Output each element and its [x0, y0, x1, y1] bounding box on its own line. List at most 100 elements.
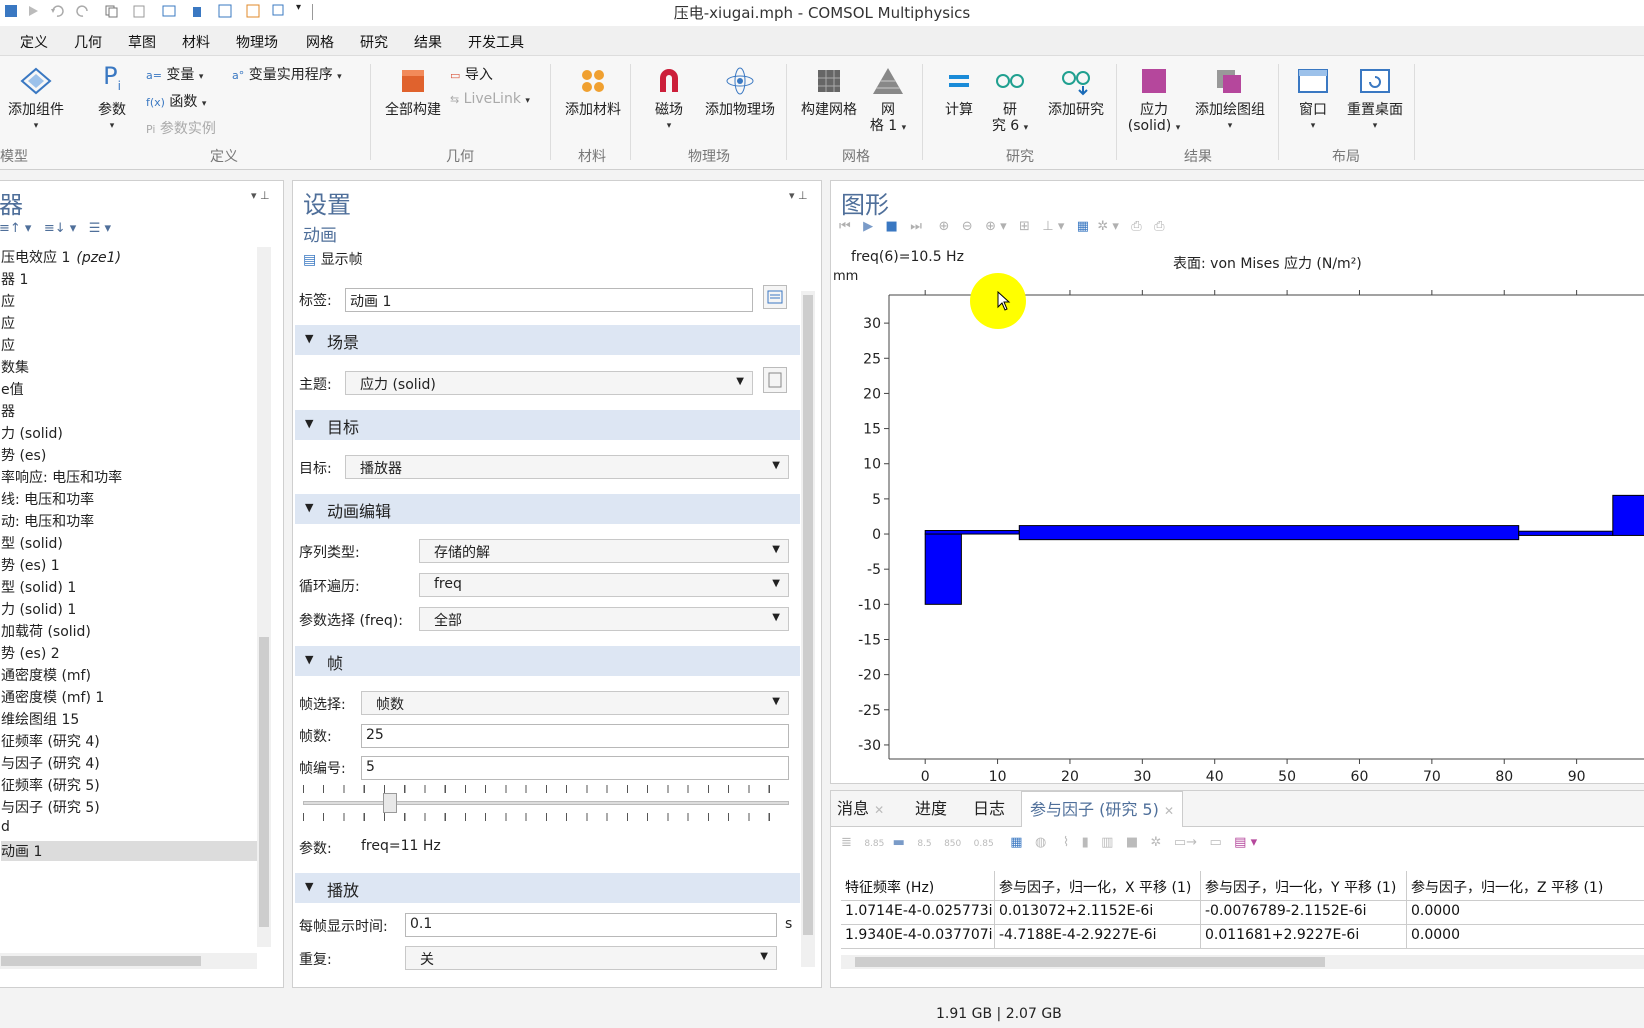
frame-slider[interactable]	[303, 785, 789, 821]
panel-menu-icon[interactable]: ▾ ⊥	[251, 189, 270, 202]
auto-format-icon[interactable]: ▬	[893, 835, 905, 850]
tree-item[interactable]: 加载荷 (solid)	[1, 621, 91, 641]
frame-selection-select[interactable]: 帧数 ▼	[361, 691, 789, 715]
precision-icon[interactable]: 8.85	[864, 839, 884, 849]
add-study-button[interactable]: 添加研究	[1040, 64, 1112, 118]
livelink-button[interactable]: ⇆ LiveLink ▾	[450, 91, 530, 107]
tree-item[interactable]: 应	[1, 313, 15, 333]
zoom-in-icon[interactable]: ⊕	[938, 219, 949, 234]
frame-time-input[interactable]: 0.1	[405, 913, 777, 937]
grid-hscrollbar[interactable]	[841, 955, 1644, 969]
eng-format-icon[interactable]: 850	[944, 839, 961, 849]
import-button[interactable]: ▭ 导入	[450, 64, 493, 84]
tree-item[interactable]: 通密度模 (mf)	[1, 665, 91, 685]
tree-item[interactable]: 应	[1, 291, 15, 311]
tree-item[interactable]: 器 1	[1, 269, 28, 289]
play-anim-icon[interactable]: ▶	[863, 219, 873, 234]
tree-item[interactable]: 维绘图组 15	[1, 709, 79, 729]
study6-button[interactable]: 研 究 6 ▾	[990, 64, 1030, 136]
tab-participation-factor[interactable]: 参与因子 (研究 5) ✕	[1021, 791, 1183, 827]
grid-icon[interactable]: ▦	[1077, 219, 1089, 234]
grid-header-cell[interactable]: 参与因子，归一化，Y 平移 (1)	[1201, 871, 1407, 901]
expand-icon[interactable]: ≡↑ ▾	[0, 221, 31, 236]
grid-cell[interactable]: 0.0000	[1407, 925, 1644, 949]
zoom-extents-icon[interactable]: ⊞	[1019, 219, 1030, 234]
plot-area[interactable]: freq(6)=10.5 Hz 表面: von Mises 应力 (N/m²) …	[831, 243, 1644, 783]
stress-plot-button[interactable]: 应力 (solid) ▾	[1124, 64, 1184, 136]
tree-item[interactable]: 率响应: 电压和功率	[1, 467, 122, 487]
zoom-out-icon[interactable]: ⊖	[962, 219, 973, 234]
param-selection-select[interactable]: 全部 ▼	[419, 607, 789, 631]
stop-anim-icon[interactable]: ■	[886, 219, 898, 234]
tree-item[interactable]: 力 (solid)	[1, 423, 63, 443]
table-menu-icon[interactable]: ▤ ▾	[1234, 835, 1257, 850]
grid-header-cell[interactable]: 参与因子，归一化，Z 平移 (1)	[1407, 871, 1644, 901]
add-component-button[interactable]: 添加组件 ▾	[4, 64, 68, 134]
var-utilities-button[interactable]: a° 变量实用程序 ▾	[232, 64, 342, 84]
tab-messages[interactable]: 消息 ✕	[837, 795, 884, 819]
axis-icon[interactable]: ⊥ ▾	[1042, 219, 1064, 234]
functions-button[interactable]: f(x) 函数 ▾	[146, 91, 206, 111]
build-all-button[interactable]: 全部构建	[378, 64, 448, 118]
brush-icon[interactable]: ⌇	[1063, 835, 1069, 850]
print-icon[interactable]: ⎙	[1154, 219, 1164, 234]
tree-item[interactable]: 势 (es) 2	[1, 643, 60, 663]
grid-cell[interactable]: -0.0076789-2.1152E-6i	[1201, 901, 1407, 925]
tree-item[interactable]: 型 (solid) 1	[1, 577, 76, 597]
export-icon[interactable]: ▭→	[1174, 835, 1197, 850]
loop-select[interactable]: freq ▼	[419, 573, 789, 597]
reset-desktop-button[interactable]: 重置桌面 ▾	[1342, 64, 1408, 134]
tab-log[interactable]: 日志	[973, 795, 1005, 819]
section-animation-editing[interactable]: ▼ 动画编辑	[295, 494, 800, 524]
magnetic-field-button[interactable]: 磁场 ▾	[644, 64, 694, 134]
settings-scrollbar[interactable]	[801, 291, 815, 967]
build-mesh-button[interactable]: 构建网格	[796, 64, 862, 118]
subject-select[interactable]: 应力 (solid) ▼	[345, 371, 753, 395]
section-target[interactable]: ▼ 目标	[295, 410, 800, 440]
first-frame-icon[interactable]: ⏮	[839, 219, 851, 234]
variables-button[interactable]: a= 变量 ▾	[146, 64, 203, 84]
frame-slider-thumb[interactable]	[383, 793, 397, 813]
last-frame-icon[interactable]: ⏭	[910, 219, 922, 234]
menu-physics[interactable]: 物理场	[236, 32, 278, 52]
frame-number-input[interactable]: 5	[361, 756, 789, 780]
grid-cell[interactable]: 1.9340E-4-0.037707i	[841, 925, 995, 949]
settings-panel-menu-icon[interactable]: ▾ ⊥	[789, 189, 808, 202]
grid-cell[interactable]: 0.0000	[1407, 901, 1644, 925]
list-view-icon[interactable]: ☰ ▾	[89, 221, 111, 236]
grid-cell[interactable]: 1.0714E-4-0.025773i	[841, 901, 995, 925]
compute-button[interactable]: 计算	[934, 64, 984, 118]
menu-materials[interactable]: 材料	[182, 32, 210, 52]
tree-item[interactable]: 线: 电压和功率	[1, 489, 94, 509]
window-button[interactable]: 窗口 ▾	[1288, 64, 1338, 134]
tree-item[interactable]: 器	[1, 401, 15, 421]
tree-item[interactable]: 动画 1	[1, 841, 257, 861]
grid-header-cell[interactable]: 参与因子，归一化，X 平移 (1)	[995, 871, 1201, 901]
tree-item[interactable]: 力 (solid) 1	[1, 599, 76, 619]
tree-hscrollbar[interactable]	[0, 953, 257, 969]
show-frame-button[interactable]: ▤ 显示帧	[303, 249, 363, 269]
scene-light-icon[interactable]: ✲ ▾	[1097, 219, 1119, 234]
tree-item[interactable]: 与因子 (研究 4)	[1, 753, 100, 773]
zoom-box-icon[interactable]: ⊕ ▾	[985, 219, 1007, 234]
chart-table-icon[interactable]: ▥	[1101, 835, 1113, 850]
target-select[interactable]: 播放器 ▼	[345, 455, 789, 479]
tree-item[interactable]: 应	[1, 335, 15, 355]
grid-header-cell[interactable]: 特征频率 (Hz)	[841, 871, 995, 901]
tab-progress[interactable]: 进度	[915, 795, 947, 819]
tree-item[interactable]: 压电效应 1 (pze1)	[1, 247, 121, 267]
sci-format-icon[interactable]: 8.5	[917, 839, 931, 849]
section-playback[interactable]: ▼ 播放	[295, 873, 800, 903]
table-format-icon[interactable]: ≣	[841, 835, 852, 850]
menu-sketch[interactable]: 草图	[128, 32, 156, 52]
add-plot-group-button[interactable]: 添加绘图组 ▾	[1188, 64, 1272, 134]
label-input[interactable]: 动画 1	[345, 288, 753, 312]
tree-item[interactable]: 与因子 (研究 5)	[1, 797, 100, 817]
parameters-button[interactable]: Pi 参数 ▾	[88, 64, 136, 134]
mesh1-button[interactable]: 网 格 1 ▾	[866, 64, 910, 136]
menu-results[interactable]: 结果	[414, 32, 442, 52]
decimal-icon[interactable]: 0.85	[974, 839, 994, 849]
table-grid-icon[interactable]: ▦	[1010, 835, 1022, 850]
sequence-type-select[interactable]: 存储的解 ▼	[419, 539, 789, 563]
menu-mesh[interactable]: 网格	[306, 32, 334, 52]
